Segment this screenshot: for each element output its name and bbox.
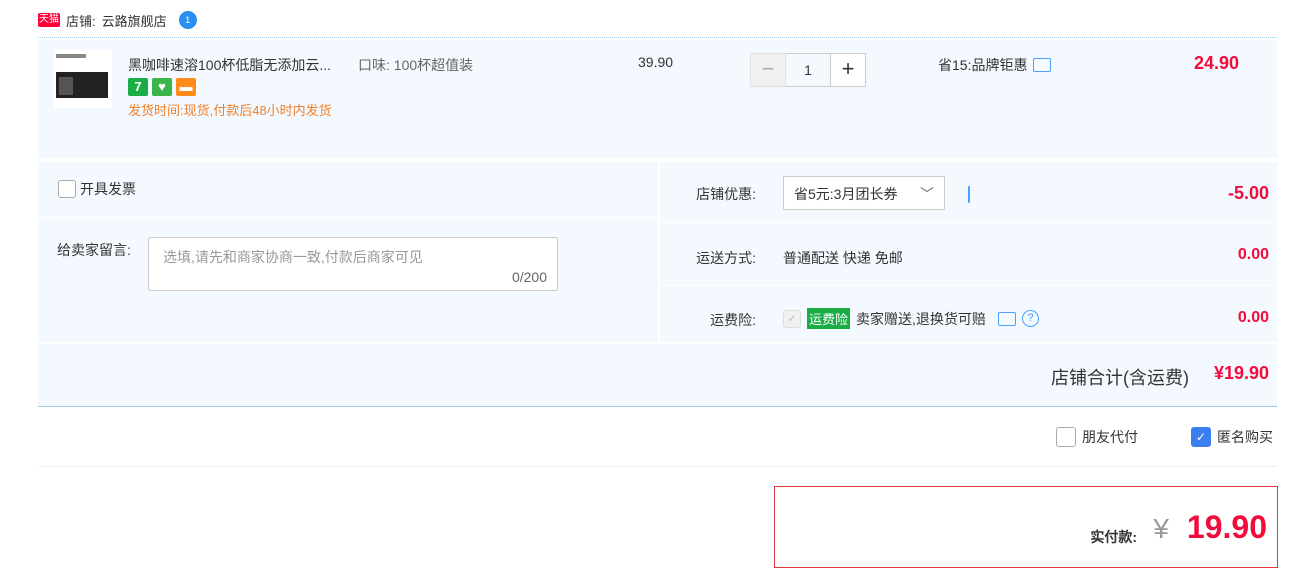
shop-total-label: 店铺合计(含运费): [1051, 368, 1189, 388]
comment-icon[interactable]: [968, 186, 970, 203]
item-subtotal: 24.90: [1193, 53, 1239, 73]
invoice-option[interactable]: 开具发票: [58, 179, 136, 199]
guarantee-icon[interactable]: ♥: [152, 78, 172, 96]
wangwang-chat-icon[interactable]: 1: [178, 11, 197, 29]
product-title[interactable]: 黑咖啡速溶100杯低脂无添加云...: [128, 55, 331, 75]
shop-name[interactable]: 云路旗舰店: [102, 11, 167, 30]
order-extras-panel: 开具发票 给卖家留言: 选填,请先和商家协商一致,付款后商家可见 0/200: [38, 162, 658, 342]
payment-summary: 实付款: ¥ 19.90: [774, 486, 1278, 568]
message-char-count: 0/200: [511, 269, 547, 285]
item-promo: 省15:品牌钜惠: [938, 55, 1052, 75]
ship-time: 发货时间:现货,付款后48小时内发货: [128, 103, 332, 118]
anonymous-option[interactable]: ✓ 匿名购买: [1191, 427, 1273, 447]
friend-pay-checkbox[interactable]: [1056, 427, 1076, 447]
pay-amount: 19.90: [1186, 509, 1267, 545]
message-label: 给卖家留言:: [57, 242, 131, 258]
insurance-text: 卖家赠送,退换货可赔: [856, 310, 986, 327]
anonymous-checkbox[interactable]: ✓: [1191, 427, 1211, 447]
credit-card-icon[interactable]: ▬: [176, 78, 196, 96]
divider: [38, 466, 1277, 467]
service-tags: 7 ♥ ▬: [128, 78, 196, 96]
shop-label: 店铺:: [66, 13, 96, 29]
quantity-stepper: − 1 +: [750, 53, 866, 87]
product-thumbnail[interactable]: [54, 50, 112, 108]
pay-label: 实付款:: [1090, 529, 1137, 545]
divider: [38, 37, 1277, 38]
comment-icon[interactable]: [997, 311, 1016, 326]
shop-total-bar: 店铺合计(含运费) ¥19.90: [38, 344, 1277, 407]
divider: [660, 222, 1277, 223]
promo-text: 省15:品牌钜惠: [938, 57, 1028, 73]
delivery-amount: 0.00: [1237, 246, 1269, 263]
shop-discount-select[interactable]: 省5元:3月团长券 ﹀: [783, 176, 945, 210]
sku-label: 口味:: [358, 57, 390, 73]
shop-discount-value: 省5元:3月团长券: [794, 186, 898, 202]
insurance-checkbox-disabled: ✓: [783, 309, 801, 328]
tmall-badge-icon: 天猫: [38, 13, 60, 27]
delivery-method: 普通配送 快递 免邮: [783, 250, 903, 266]
shop-total-value: ¥19.90: [1213, 363, 1269, 383]
insurance-label: 运费险:: [710, 312, 756, 328]
friend-pay-label: 朋友代付: [1082, 429, 1138, 445]
seven-day-return-icon[interactable]: 7: [128, 78, 148, 96]
seller-message-input[interactable]: 选填,请先和商家协商一致,付款后商家可见 0/200: [148, 237, 558, 291]
increase-qty-button[interactable]: +: [830, 53, 866, 87]
product-sku: 口味: 100杯超值装: [358, 55, 473, 75]
invoice-checkbox[interactable]: [58, 180, 76, 198]
order-item-row: 黑咖啡速溶100杯低脂无添加云... 口味: 100杯超值装 7 ♥ ▬ 发货时…: [38, 40, 1277, 158]
currency-symbol: ¥: [1153, 513, 1169, 544]
quantity-input[interactable]: 1: [786, 53, 830, 87]
unit-price: 39.90: [638, 54, 674, 70]
divider: [38, 217, 658, 218]
chevron-down-icon: ﹀: [920, 186, 934, 202]
delivery-label: 运送方式:: [696, 250, 756, 266]
insurance-option: ✓ 运费险 卖家赠送,退换货可赔 ?: [783, 308, 1039, 329]
invoice-label: 开具发票: [80, 181, 136, 197]
message-placeholder: 选填,请先和商家协商一致,付款后商家可见: [163, 249, 423, 265]
insurance-badge: 运费险: [807, 308, 851, 329]
shop-header: 天猫 店铺: 云路旗舰店 1: [38, 8, 197, 32]
comment-icon[interactable]: [1033, 58, 1052, 72]
friend-pay-option[interactable]: 朋友代付: [1056, 427, 1138, 447]
order-fees-panel: 店铺优惠: 省5元:3月团长券 ﹀ -5.00 运送方式: 普通配送 快递 免邮…: [660, 162, 1277, 342]
divider: [660, 285, 1277, 286]
shop-discount-label: 店铺优惠:: [696, 186, 756, 202]
insurance-amount: 0.00: [1237, 309, 1269, 326]
decrease-qty-button[interactable]: −: [750, 53, 786, 87]
shop-discount-amount: -5.00: [1227, 183, 1269, 203]
help-icon[interactable]: ?: [1021, 310, 1039, 327]
anonymous-label: 匿名购买: [1217, 429, 1273, 445]
sku-value: 100杯超值装: [393, 57, 474, 73]
